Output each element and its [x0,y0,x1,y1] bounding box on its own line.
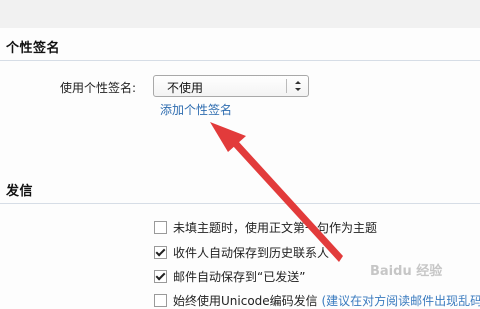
option-unicode-encoding[interactable]: 始终使用Unicode编码发信 (建议在对方阅读邮件出现乱码时 [154,292,480,309]
baidu-watermark-icon: Baidu 经验 [368,258,458,282]
section-title-signature: 个性签名 [6,37,60,56]
checkbox-checked[interactable] [154,270,167,283]
checkbox-checked[interactable] [154,246,167,259]
option-label: 收件人自动保存到历史联系人 [173,246,329,260]
option-label: 未填主题时，使用正文第一句作为主题 [173,221,377,235]
option-save-contacts[interactable]: 收件人自动保存到历史联系人 [154,244,329,261]
select-separator [286,79,287,93]
top-strip [0,0,480,28]
option-label: 邮件自动保存到“已发送” [173,270,305,284]
option-save-sent[interactable]: 邮件自动保存到“已发送” [154,268,305,285]
section-title-sending: 发信 [6,180,33,199]
checkbox[interactable] [154,221,167,234]
section-divider [0,203,480,204]
svg-text:Baidu 经验: Baidu 经验 [370,263,443,279]
signature-field-label: 使用个性签名: [60,79,136,96]
option-label: 始终使用Unicode编码发信 [173,294,318,308]
signature-select-value: 不使用 [167,79,203,96]
option-hint: (建议在对方阅读邮件出现乱码时 [322,294,480,308]
updown-arrows-icon [290,77,306,95]
add-signature-link[interactable]: 添加个性签名 [160,101,232,118]
option-subject-from-body[interactable]: 未填主题时，使用正文第一句作为主题 [154,219,377,236]
section-divider [0,60,480,61]
signature-select[interactable]: 不使用 [153,75,309,97]
checkbox[interactable] [154,294,167,307]
